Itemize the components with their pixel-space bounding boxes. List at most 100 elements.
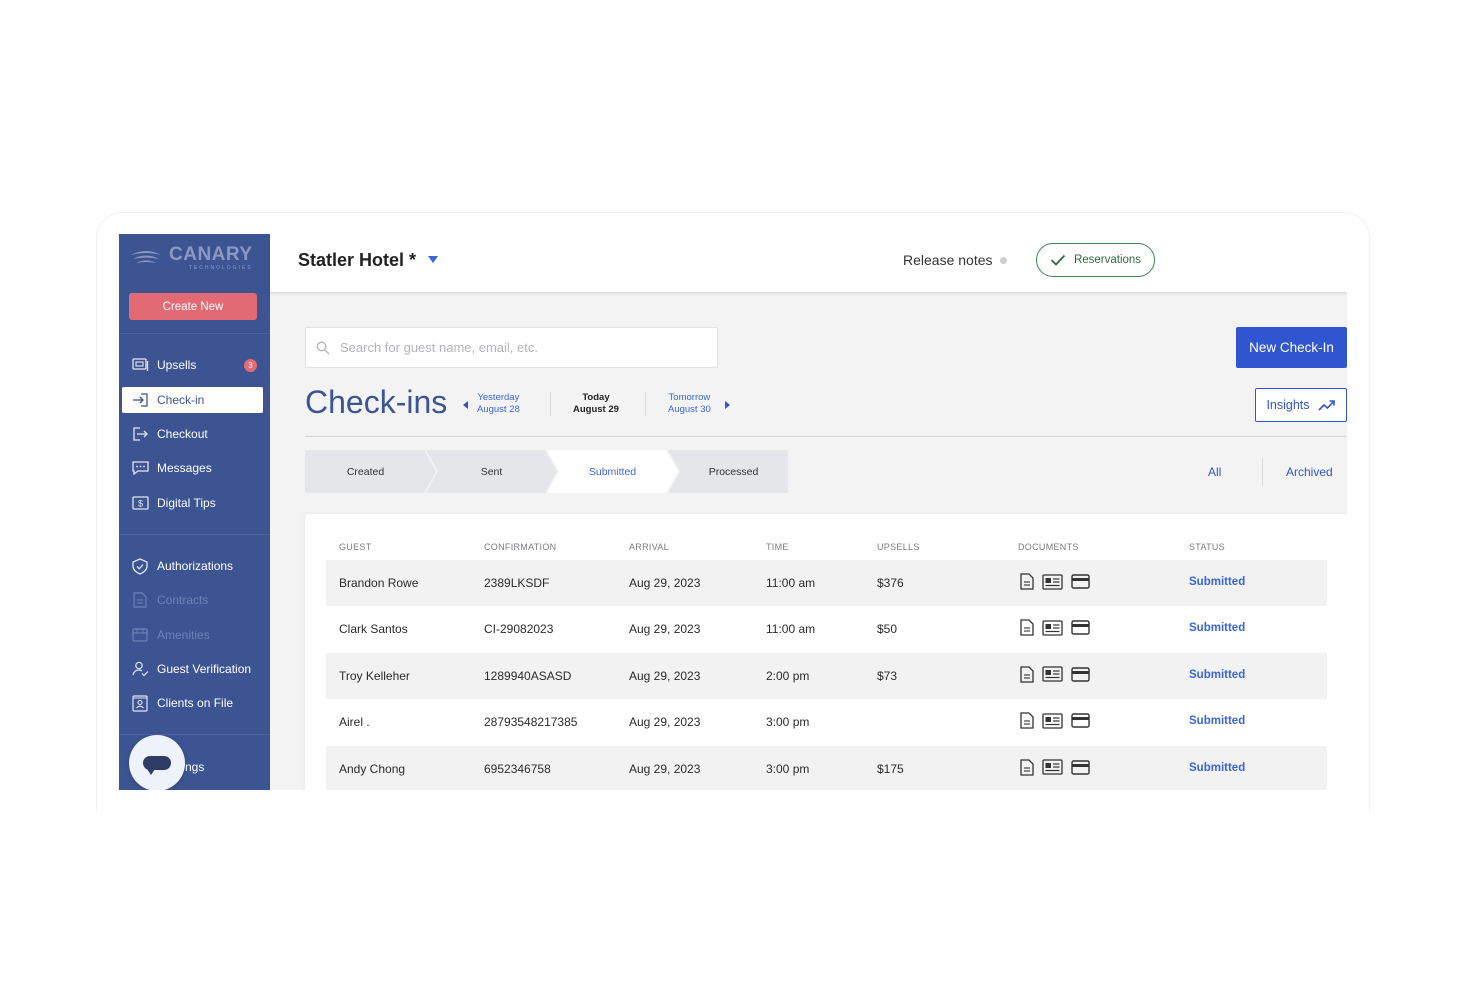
date-nav-label: Tomorrow	[668, 392, 711, 403]
new-check-in-button[interactable]: New Check-In	[1236, 327, 1347, 368]
insights-label: Insights	[1266, 398, 1310, 412]
cell-confirmation: 2389LKSDF	[484, 576, 550, 590]
date-nav-today[interactable]: Today August 29	[573, 392, 619, 416]
reservations-button[interactable]: Reservations	[1036, 243, 1155, 277]
cell-confirmation: 1289940ASASD	[484, 668, 572, 683]
sidebar-item-contracts[interactable]: Contracts	[122, 587, 263, 613]
cell-status[interactable]: Submitted	[1189, 762, 1245, 774]
hotel-dropdown-caret-icon[interactable]	[428, 256, 438, 263]
column-header-status[interactable]: STATUS	[1189, 542, 1225, 552]
sidebar-item-label: Digital Tips	[157, 496, 216, 510]
filter-all[interactable]: All	[1208, 465, 1221, 479]
sidebar-item-label: Checkout	[157, 427, 208, 441]
checkmark-icon	[1050, 254, 1066, 266]
cell-documents[interactable]	[1020, 619, 1098, 637]
reservations-label: Reservations	[1073, 254, 1142, 266]
top-bar: Statler Hotel * Release notes Reservatio…	[270, 234, 1347, 293]
sidebar-item-check-in[interactable]: Check-in	[122, 387, 263, 413]
table-row[interactable]: Clark Santos CI-29082023 Aug 29, 2023 11:00…	[326, 606, 1327, 652]
chat-support-button[interactable]	[129, 735, 185, 790]
table-row[interactable]: Troy Kelleher 1289940ASASD Aug 29, 2023 2:0…	[326, 652, 1327, 699]
previous-day-arrow-icon[interactable]	[463, 401, 468, 409]
date-divider	[550, 392, 551, 416]
upsells-count-badge: 3	[244, 359, 257, 372]
insights-button[interactable]: Insights	[1255, 388, 1347, 422]
date-nav-tomorrow[interactable]: Tomorrow August 30	[668, 392, 711, 416]
step-sent[interactable]: Sent	[431, 450, 552, 493]
cell-arrival: Aug 29, 2023	[629, 622, 701, 637]
cell-status[interactable]: Submitted	[1189, 715, 1245, 727]
column-header-time[interactable]: TIME	[766, 542, 789, 552]
document-icon	[131, 592, 149, 608]
cell-upsells: $175	[877, 761, 904, 776]
cell-documents[interactable]	[1020, 666, 1098, 683]
logo-name: CANARY	[169, 244, 253, 265]
cell-guest[interactable]: Troy Kelleher	[339, 669, 410, 683]
sidebar-item-label: Authorizations	[157, 559, 234, 573]
cell-upsells: $376	[877, 576, 904, 590]
id-card-icon	[1042, 573, 1063, 590]
step-submitted[interactable]: Submitted	[552, 450, 673, 493]
cell-documents[interactable]	[1020, 573, 1098, 590]
document-icon	[1020, 758, 1034, 776]
sidebar-item-guest-verification[interactable]: Guest Verification	[122, 656, 263, 682]
filter-divider	[1262, 458, 1263, 486]
date-nav-date: August 29	[573, 404, 619, 415]
step-processed[interactable]: Processed	[673, 450, 794, 493]
trending-up-icon	[1317, 400, 1335, 411]
cell-time: 3:00 pm	[766, 715, 810, 730]
svg-text:$: $	[137, 499, 142, 509]
sidebar-item-label: Clients on File	[157, 696, 234, 710]
column-header-upsells[interactable]: UPSELLS	[877, 542, 920, 552]
search-input[interactable]	[340, 340, 700, 355]
user-check-icon	[131, 661, 149, 677]
cell-confirmation: 6952346758	[484, 761, 551, 776]
document-icon	[1020, 666, 1034, 683]
id-card-icon	[131, 695, 149, 712]
credit-card-icon	[1071, 667, 1090, 682]
sidebar-item-label: Amenities	[157, 628, 210, 642]
cell-time: 11:00 am	[766, 622, 816, 637]
sidebar-item-settings-partial[interactable]: ngs	[185, 760, 204, 774]
create-new-button[interactable]: Create New	[129, 293, 257, 320]
sidebar-item-checkout[interactable]: Checkout	[122, 421, 263, 447]
sidebar-item-amenities[interactable]: Amenities	[122, 622, 263, 648]
cell-status[interactable]: Submitted	[1189, 622, 1245, 634]
cell-guest[interactable]: Andy Chong	[339, 762, 405, 776]
column-header-guest[interactable]: GUEST	[339, 542, 372, 552]
sidebar-item-clients-on-file[interactable]: Clients on File	[122, 690, 263, 716]
cell-guest[interactable]: Clark Santos	[339, 622, 408, 636]
date-nav-date: August 30	[668, 404, 711, 415]
shield-check-icon	[131, 557, 149, 575]
sidebar-item-authorizations[interactable]: Authorizations	[122, 553, 263, 579]
cell-arrival: Aug 29, 2023	[629, 715, 701, 730]
table-row[interactable]: Airel . 28793548217385 Aug 29, 2023 3:00 pm…	[326, 699, 1327, 745]
step-created[interactable]: Created	[305, 450, 426, 493]
cell-guest[interactable]: Brandon Rowe	[339, 576, 418, 590]
sidebar-item-label: Upsells	[157, 358, 197, 372]
cell-confirmation: CI-29082023	[484, 622, 554, 637]
search-box[interactable]	[305, 327, 718, 368]
cell-status[interactable]: Submitted	[1189, 576, 1245, 588]
sidebar-item-messages[interactable]: Messages	[122, 455, 263, 481]
credit-card-icon	[1071, 759, 1090, 775]
dollar-icon: $	[131, 495, 149, 511]
cell-documents[interactable]	[1020, 712, 1098, 729]
column-header-confirmation[interactable]: CONFIRMATION	[484, 542, 556, 552]
cell-time: 2:00 pm	[766, 668, 810, 683]
table-row[interactable]: Andy Chong 6952346758 Aug 29, 2023 3:00 pm $…	[326, 745, 1327, 790]
cell-status[interactable]: Submitted	[1189, 669, 1245, 681]
cell-guest[interactable]: Airel .	[339, 715, 370, 729]
sidebar-item-upsells[interactable]: Upsells 3	[122, 352, 263, 378]
sidebar-item-label: Contracts	[157, 593, 209, 607]
release-notes-link[interactable]: Release notes	[903, 252, 993, 268]
column-header-arrival[interactable]: ARRIVAL	[629, 542, 669, 552]
filter-archived[interactable]: Archived	[1286, 465, 1333, 479]
column-header-documents[interactable]: DOCUMENTS	[1018, 542, 1079, 552]
next-day-arrow-icon[interactable]	[725, 401, 730, 409]
date-nav-yesterday[interactable]: Yesterday August 28	[477, 392, 520, 416]
sidebar-item-digital-tips[interactable]: $ Digital Tips	[122, 490, 263, 516]
table-row[interactable]: Brandon Rowe 2389LKSDF Aug 29, 2023 11:00 a…	[326, 560, 1327, 606]
cell-documents[interactable]	[1020, 758, 1098, 776]
hotel-name[interactable]: Statler Hotel *	[298, 250, 416, 271]
